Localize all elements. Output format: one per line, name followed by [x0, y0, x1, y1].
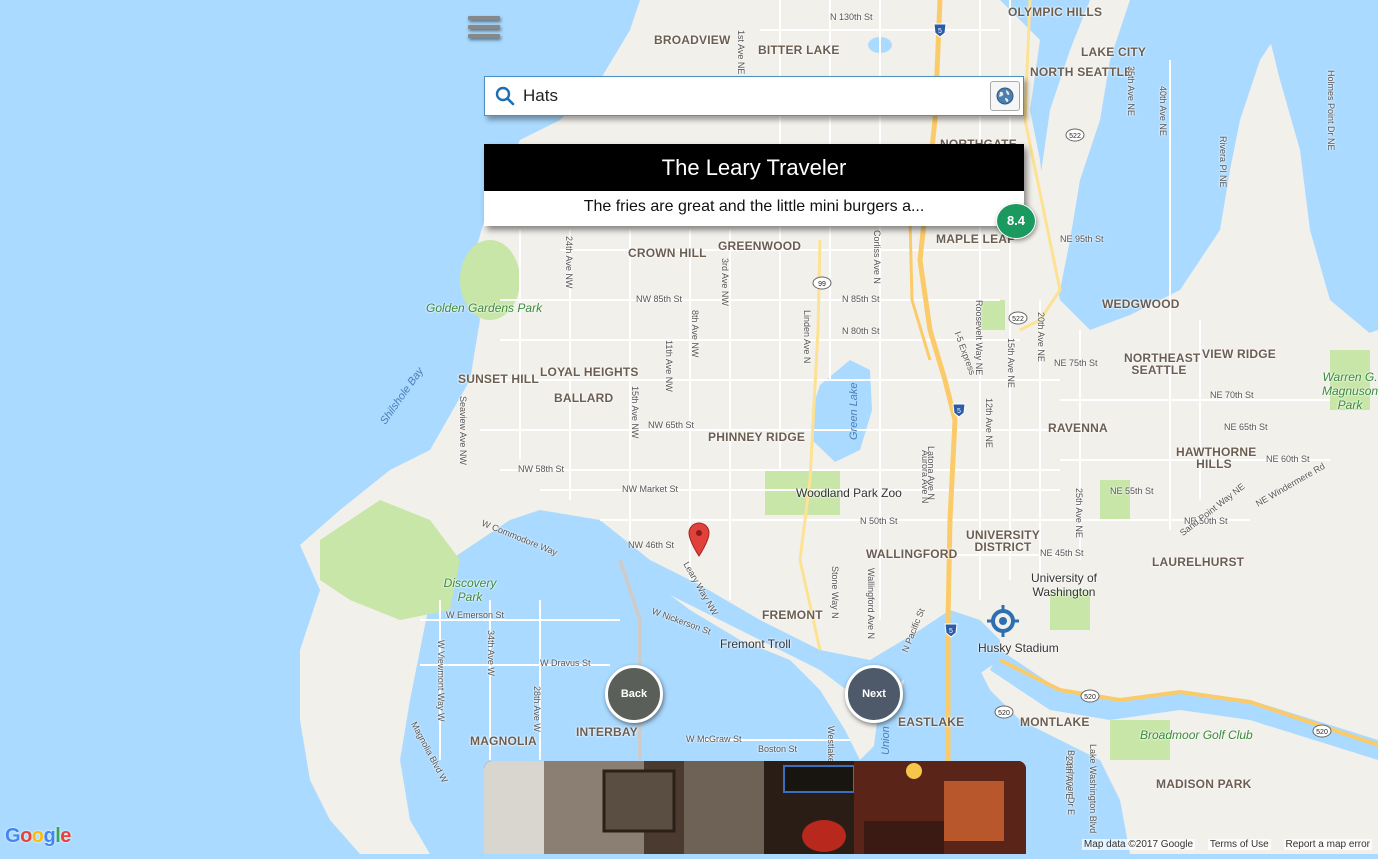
search-icon: [495, 86, 515, 106]
report-error-link[interactable]: Report a map error: [1283, 839, 1372, 850]
globe-button[interactable]: [990, 81, 1020, 111]
interstate-shield-icon: 5: [944, 623, 958, 638]
state-route-shield-icon: 522: [1065, 128, 1085, 142]
state-route-shield-icon: 520: [1312, 724, 1332, 738]
google-logo: Google: [5, 825, 71, 847]
map-data-credit: Map data ©2017 Google: [1081, 839, 1196, 850]
back-button[interactable]: Back: [605, 665, 663, 723]
place-photo[interactable]: [484, 761, 1026, 854]
svg-text:520: 520: [998, 710, 1010, 717]
svg-text:522: 522: [1012, 316, 1024, 323]
bar-interior-image: [484, 761, 1026, 854]
location-pin-icon[interactable]: [688, 522, 710, 558]
interstate-shield-icon: 5: [952, 403, 966, 418]
globe-icon: [996, 87, 1014, 105]
svg-text:99: 99: [818, 281, 826, 288]
state-route-shield-icon: 522: [1008, 311, 1028, 325]
svg-text:5: 5: [938, 28, 942, 35]
place-card[interactable]: The Leary Traveler The fries are great a…: [484, 144, 1024, 226]
svg-text:520: 520: [1084, 694, 1096, 701]
svg-text:522: 522: [1069, 133, 1081, 140]
terms-link[interactable]: Terms of Use: [1207, 839, 1271, 850]
state-route-shield-icon: 99: [812, 276, 832, 290]
place-title: The Leary Traveler: [484, 144, 1024, 191]
search-bar: [484, 76, 1024, 116]
state-route-shield-icon: 520: [1080, 689, 1100, 703]
state-route-shield-icon: 520: [994, 705, 1014, 719]
map-footer: Map data ©2017 Google Terms of Use Repor…: [1072, 839, 1372, 850]
rating-badge: 8.4: [996, 203, 1036, 239]
hamburger-menu-icon[interactable]: [468, 16, 500, 42]
svg-text:5: 5: [949, 628, 953, 635]
map-canvas[interactable]: OLYMPIC HILLS BROADVIEW BITTER LAKE LAKE…: [0, 0, 1378, 854]
map-base-layer: [0, 0, 1378, 854]
search-input[interactable]: [523, 83, 963, 109]
next-button[interactable]: Next: [845, 665, 903, 723]
svg-text:520: 520: [1316, 729, 1328, 736]
crosshair-icon[interactable]: [986, 604, 1020, 638]
interstate-shield-icon: 5: [933, 23, 947, 38]
place-review-snippet: The fries are great and the little mini …: [484, 191, 1024, 226]
svg-text:5: 5: [957, 408, 961, 415]
